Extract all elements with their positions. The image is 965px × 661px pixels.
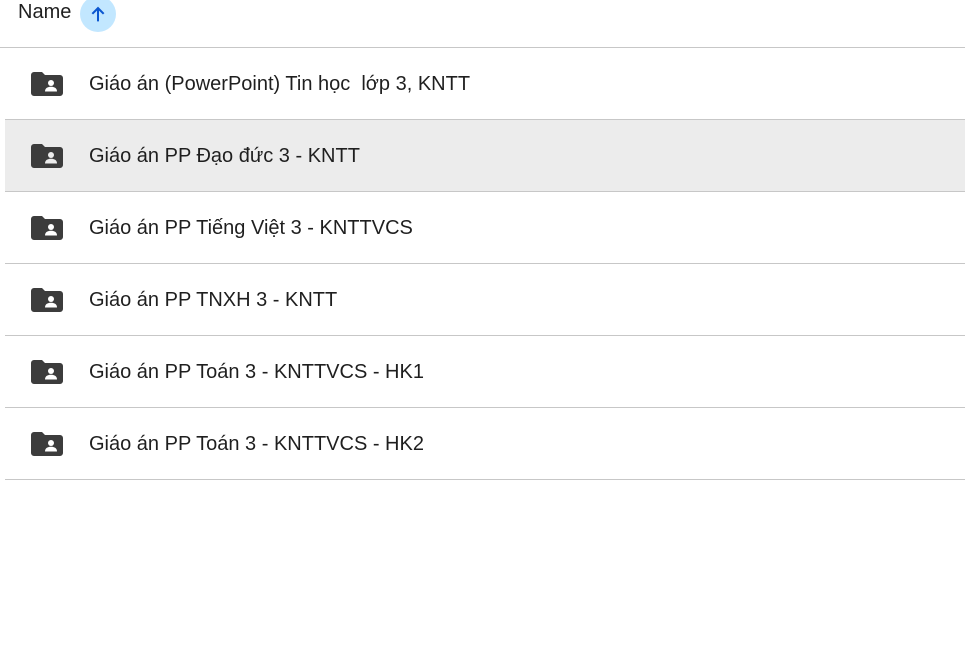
sort-button[interactable] <box>80 0 116 32</box>
folder-name: Giáo án PP Đạo đức 3 - KNTT <box>89 145 360 167</box>
folder-name: Giáo án PP Toán 3 - KNTTVCS - HK1 <box>89 361 424 383</box>
shared-folder-icon <box>31 360 63 384</box>
folder-name: Giáo án PP TNXH 3 - KNTT <box>89 289 338 311</box>
shared-folder-icon <box>31 216 63 240</box>
folder-name: Giáo án (PowerPoint) Tin học lớp 3, KNTT <box>89 73 471 95</box>
folder-row[interactable]: Giáo án PP Tiếng Việt 3 - KNTTVCS <box>5 192 965 264</box>
folder-name: Giáo án PP Toán 3 - KNTTVCS - HK2 <box>89 433 424 455</box>
folder-row[interactable]: Giáo án PP Toán 3 - KNTTVCS - HK1 <box>5 336 965 408</box>
shared-folder-icon <box>31 72 63 96</box>
list-header: Name <box>0 0 965 48</box>
folder-list: Giáo án (PowerPoint) Tin học lớp 3, KNTT… <box>5 48 965 480</box>
shared-folder-icon <box>31 432 63 456</box>
folder-name: Giáo án PP Tiếng Việt 3 - KNTTVCS <box>89 217 413 239</box>
shared-folder-icon <box>31 144 63 168</box>
folder-row[interactable]: Giáo án PP Toán 3 - KNTTVCS - HK2 <box>5 408 965 480</box>
name-column-header[interactable]: Name <box>18 1 71 24</box>
shared-folder-icon <box>31 288 63 312</box>
folder-row[interactable]: Giáo án PP TNXH 3 - KNTT <box>5 264 965 336</box>
folder-row[interactable]: Giáo án PP Đạo đức 3 - KNTT <box>5 120 965 192</box>
folder-row[interactable]: Giáo án (PowerPoint) Tin học lớp 3, KNTT <box>5 48 965 120</box>
arrow-upward-icon <box>91 6 105 22</box>
